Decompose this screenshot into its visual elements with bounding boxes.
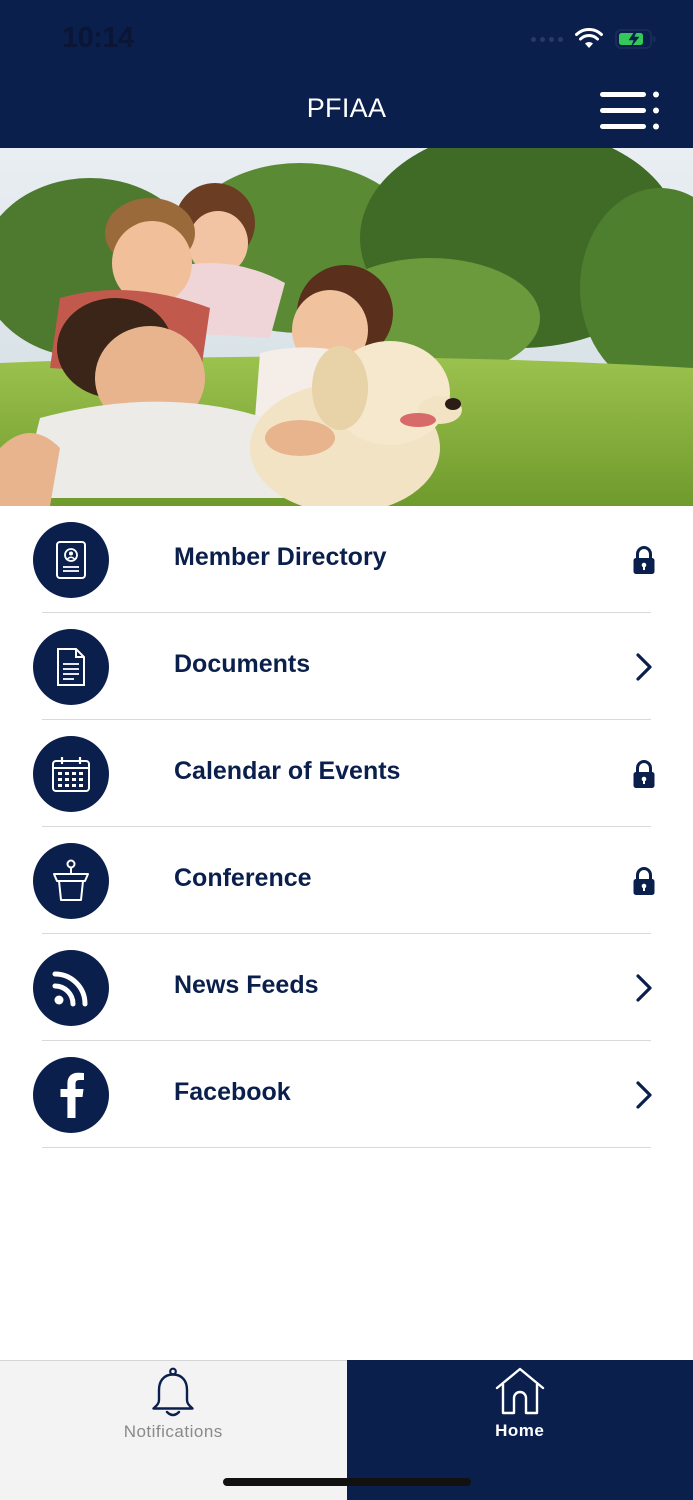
podium-icon	[33, 843, 109, 919]
document-icon	[33, 629, 109, 705]
menu-item-calendar-of-events[interactable]: Calendar of Events	[0, 720, 693, 827]
divider	[42, 1147, 651, 1148]
menu-item-label: Documents	[174, 650, 311, 678]
lock-icon	[631, 865, 657, 897]
menu-item-label: Facebook	[174, 1078, 291, 1106]
menu-item-documents[interactable]: Documents	[0, 613, 693, 720]
menu-item-conference[interactable]: Conference	[0, 827, 693, 934]
member-card-icon	[33, 522, 109, 598]
menu-item-label: Member Directory	[174, 543, 387, 571]
lock-icon	[631, 758, 657, 790]
app-header: 10:14 PFIAA	[0, 0, 693, 148]
menu-item-facebook[interactable]: Facebook	[0, 1041, 693, 1148]
hamburger-menu-button[interactable]	[598, 90, 662, 132]
menu-item-label: Calendar of Events	[174, 757, 401, 785]
status-icons	[531, 24, 657, 54]
menu-item-label: Conference	[174, 864, 312, 892]
main-menu-list: Member Directory Documents Calendar of E…	[0, 506, 693, 1148]
chevron-right-icon	[631, 1079, 657, 1111]
facebook-icon	[33, 1057, 109, 1133]
hero-image	[0, 148, 693, 506]
signal-icon	[531, 36, 563, 42]
home-indicator	[223, 1478, 471, 1486]
status-time: 10:14	[62, 22, 134, 54]
menu-item-label: News Feeds	[174, 971, 319, 999]
wifi-icon	[575, 28, 603, 48]
app-title: PFIAA	[306, 93, 387, 123]
menu-item-news-feeds[interactable]: News Feeds	[0, 934, 693, 1041]
bell-icon	[152, 1367, 194, 1417]
calendar-icon	[33, 736, 109, 812]
chevron-right-icon	[631, 651, 657, 683]
rss-icon	[33, 950, 109, 1026]
battery-charging-icon	[615, 29, 656, 49]
hamburger-menu-icon	[600, 91, 659, 130]
lock-icon	[631, 544, 657, 576]
chevron-right-icon	[631, 972, 657, 1004]
home-icon	[495, 1367, 544, 1415]
tab-label: Notifications	[123, 1422, 223, 1441]
tab-label: Home	[495, 1421, 545, 1440]
family-with-dog-photo	[0, 148, 693, 506]
menu-item-member-directory[interactable]: Member Directory	[0, 506, 693, 613]
